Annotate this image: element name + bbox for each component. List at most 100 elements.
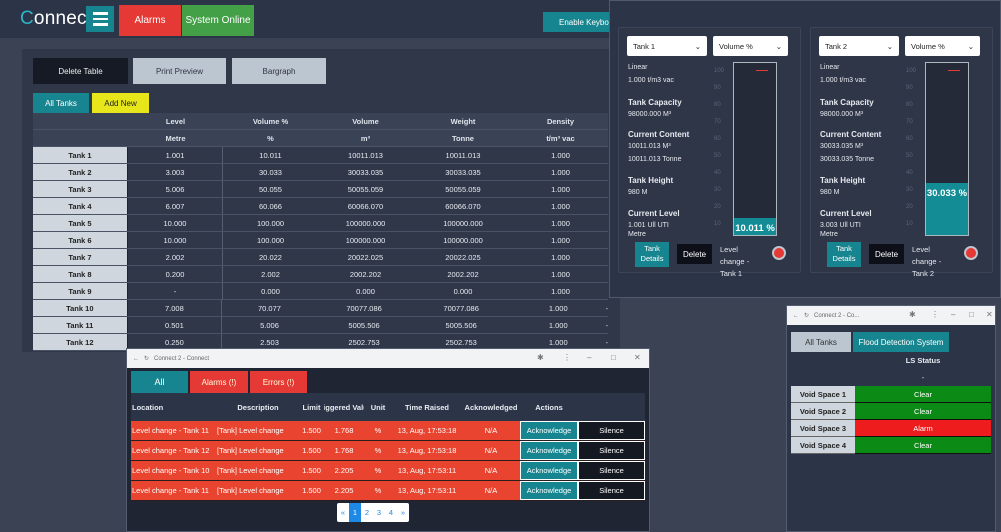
tab-add-new[interactable]: Add New <box>92 93 149 113</box>
maximize-icon[interactable]: □ <box>611 353 616 362</box>
reload-icon[interactable]: ↻ <box>804 312 809 319</box>
delete-button[interactable]: Delete <box>869 244 904 264</box>
silence-button[interactable]: Silence <box>578 481 645 500</box>
table-cell: 1.000 <box>551 167 570 177</box>
tab-alarms[interactable]: Alarms (!) <box>190 371 248 393</box>
table-cell: 100000.000 <box>443 218 483 228</box>
maximize-icon[interactable]: □ <box>969 310 974 319</box>
minimize-icon[interactable]: – <box>587 353 591 362</box>
table-cell: Volume % <box>252 116 289 126</box>
silence-button[interactable]: Silence <box>578 421 645 440</box>
tank-density: 1.000 t/m3 vac <box>820 77 866 84</box>
tab-flood-detection[interactable]: Flood Detection System <box>853 332 949 352</box>
close-icon[interactable]: ✕ <box>634 353 641 362</box>
window-title: Connect 2 - Connect <box>154 355 210 362</box>
measure-select[interactable]: Volume % ⌄ <box>713 36 788 56</box>
extension-icon[interactable]: ✱ <box>909 310 916 319</box>
tab-all[interactable]: All <box>131 371 188 393</box>
table-cell: Tank 10 <box>33 300 128 316</box>
table-cell: 100.000 <box>256 235 285 245</box>
void-space-label: Void Space 1 <box>791 386 855 403</box>
tab-errors[interactable]: Errors (!) <box>250 371 307 393</box>
alarms-button[interactable]: Alarms <box>119 5 181 36</box>
alarm-cell: N/A <box>484 486 498 495</box>
tank-select[interactable]: Tank 2 ⌄ <box>819 36 899 56</box>
print-preview-button[interactable]: Print Preview <box>133 58 226 84</box>
high-limit-marker <box>756 70 768 71</box>
alarm-cell: Level change - Tank 11 <box>132 486 209 495</box>
table-cell: 100000.000 <box>443 235 483 245</box>
table-cell: 0.000 <box>261 286 280 296</box>
page-link[interactable]: 1 <box>349 503 361 522</box>
delete-button[interactable]: Delete <box>677 244 712 264</box>
table-cell: 1.000 <box>551 252 570 262</box>
silence-button[interactable]: Silence <box>578 441 645 460</box>
bargraph-button[interactable]: Bargraph <box>232 58 326 84</box>
page-link[interactable]: 2 <box>361 503 373 522</box>
more-icon[interactable]: ⋮ <box>931 310 939 319</box>
alarm-header-row: Location Description LimitTriggered Value U… <box>131 393 645 421</box>
alarm-window: ← ↻ Connect 2 - Connect ✱ ⋮ – □ ✕ All Al… <box>126 348 650 532</box>
page-link[interactable]: 4 <box>385 503 397 522</box>
void-space-status: Clear <box>855 386 991 403</box>
acknowledge-button[interactable]: Acknowledge <box>520 481 578 500</box>
hamburger-menu-icon[interactable] <box>86 6 114 32</box>
alarm-cell: Level change - Tank 12 <box>132 446 210 455</box>
acknowledge-button[interactable]: Acknowledge <box>520 421 578 440</box>
minimize-icon[interactable]: – <box>951 310 955 319</box>
system-online-button[interactable]: System Online <box>182 5 254 36</box>
acknowledge-button[interactable]: Acknowledge <box>520 461 578 480</box>
alarm-header-cell: Acknowledged <box>464 402 518 412</box>
tank-content-t: 10011.013 Tonne <box>628 156 682 163</box>
extension-icon[interactable]: ✱ <box>537 353 544 362</box>
page-link[interactable]: » <box>397 503 409 522</box>
table-cell: Tank 1 <box>33 147 128 163</box>
back-arrow-icon[interactable]: ← <box>133 356 139 362</box>
tank-select[interactable]: Tank 1 ⌄ <box>627 36 707 56</box>
table-cell: 30033.035 <box>445 167 481 177</box>
table-cell: Tank 7 <box>33 249 128 265</box>
table-cell: Volume <box>352 116 379 126</box>
silence-button[interactable]: Silence <box>578 461 645 480</box>
tank-details-button[interactable]: Tank Details <box>635 242 669 267</box>
void-space-label: Void Space 4 <box>791 437 855 454</box>
alarm-cell: N/A <box>484 466 498 475</box>
tank-level-label: Current Level <box>628 209 680 218</box>
table-row: Tank 110.5015.0065005.5065005.5061.000-- <box>33 317 608 334</box>
level-gauge: 30.033 % <box>925 62 969 236</box>
flood-subheader-row: - <box>791 369 991 386</box>
page-link[interactable]: 3 <box>373 503 385 522</box>
tab-all-tanks[interactable]: All Tanks <box>33 93 89 113</box>
alarm-cell: 1.768 <box>334 446 354 455</box>
table-cell: 10.000 <box>128 232 223 248</box>
tank-level-value: 3.003 Ull UTI <box>820 222 861 229</box>
alarm-cell: 13, Aug, 17:53:11 <box>397 466 457 475</box>
flood-row: Void Space 4 Clear <box>791 437 991 454</box>
close-icon[interactable]: ✕ <box>986 310 993 319</box>
table-cell: 0.000 <box>453 286 473 296</box>
tank-linear: Linear <box>820 64 840 71</box>
acknowledge-button[interactable]: Acknowledge <box>520 441 578 460</box>
delete-table-button[interactable]: Delete Table <box>33 58 128 84</box>
tank-details-button[interactable]: Tank Details <box>827 242 861 267</box>
table-cell: 20022.025 <box>445 252 481 262</box>
chevron-down-icon: ⌄ <box>886 41 893 51</box>
gauge-tick: 10 <box>906 221 913 227</box>
measure-select[interactable]: Volume % ⌄ <box>905 36 980 56</box>
alarm-row: Level change - Tank 10 [Tank] Level chang… <box>131 461 645 481</box>
alarm-cell: % <box>374 486 382 495</box>
table-row: Tank 9- 0.000 0.000 0.000 1.000 <box>33 283 608 300</box>
table-cell: 20.022 <box>259 252 282 262</box>
table-cell: - <box>605 303 609 313</box>
table-cell: 2002.202 <box>349 269 382 279</box>
table-cell: 0.501 <box>128 317 223 333</box>
back-arrow-icon[interactable]: ← <box>793 313 799 319</box>
reload-icon[interactable]: ↻ <box>144 355 149 362</box>
status-line: Level <box>720 245 738 254</box>
level-gauge: 10.011 % <box>733 62 777 236</box>
window-title-bar: ← ↻ Connect 2 - Connect ✱ ⋮ – □ ✕ <box>127 349 649 368</box>
page-link[interactable]: « <box>337 503 349 522</box>
more-icon[interactable]: ⋮ <box>563 353 571 362</box>
alarm-row: Level change - Tank 11 [Tank] Level chang… <box>131 421 645 441</box>
tab-all-tanks[interactable]: All Tanks <box>791 332 851 352</box>
